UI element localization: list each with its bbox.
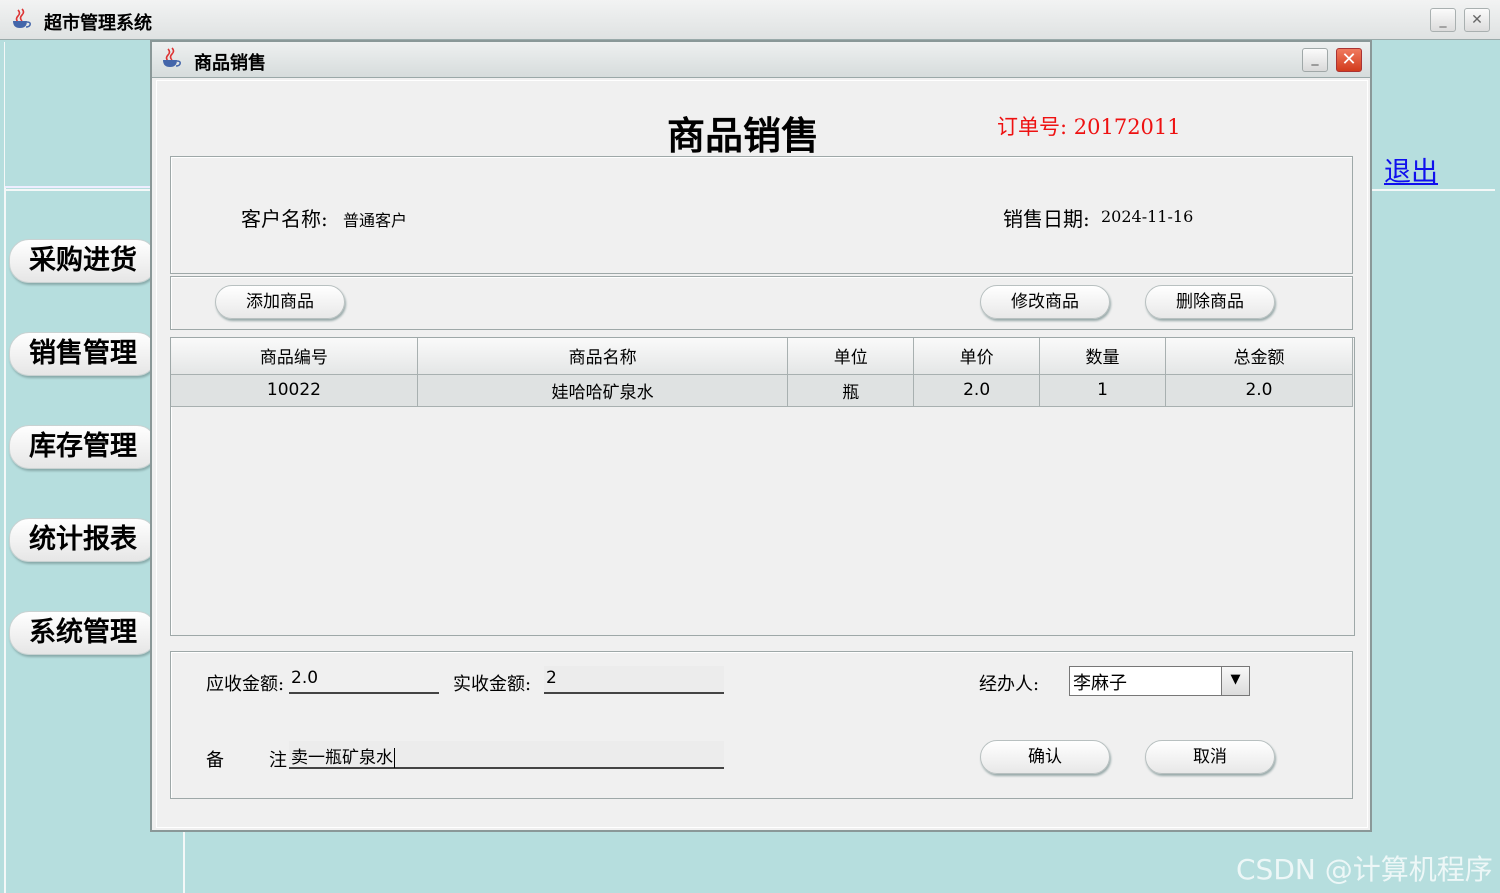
frame-minimize-icon[interactable]: _ bbox=[1302, 48, 1328, 72]
handler-selected-value: 李麻子 bbox=[1073, 673, 1127, 694]
customer-value: 普通客户 bbox=[343, 211, 408, 230]
table-row[interactable]: 10022 娃哈哈矿泉水 瓶 2.0 1 2.0 bbox=[171, 374, 1354, 407]
column-header[interactable]: 数量 bbox=[1039, 338, 1166, 375]
chevron-down-icon[interactable]: ▼ bbox=[1221, 667, 1249, 695]
text-cursor bbox=[394, 748, 395, 768]
handler-select[interactable]: 李麻子 ▼ bbox=[1069, 666, 1250, 696]
cancel-button[interactable]: 取消 bbox=[1145, 740, 1275, 774]
customer-label: 客户名称: bbox=[241, 207, 328, 231]
handler-label: 经办人: bbox=[979, 674, 1040, 695]
payment-panel: 应收金额: 2.0 实收金额: 2 经办人: 李麻子 ▼ 备 注 卖一瓶矿泉水 … bbox=[170, 651, 1353, 799]
sidebar-item-system[interactable]: 系统管理 bbox=[9, 611, 157, 655]
exit-link[interactable]: 退出 bbox=[1384, 150, 1438, 189]
column-header[interactable]: 商品名称 bbox=[417, 338, 789, 375]
frame-content: 商品销售 订单号: 20172011 客户名称: 普通客户 销售日期: 2024… bbox=[156, 80, 1368, 828]
table-header-row: 商品编号 商品名称 单位 单价 数量 总金额 bbox=[171, 338, 1354, 375]
remark-label: 注 bbox=[269, 750, 287, 771]
column-header[interactable]: 商品编号 bbox=[171, 338, 418, 375]
remark-label: 备 bbox=[206, 750, 224, 771]
product-table-panel: 商品编号 商品名称 单位 单价 数量 总金额 10022 娃哈哈矿泉水 瓶 2.… bbox=[170, 337, 1355, 636]
main-window-title: 超市管理系统 bbox=[44, 13, 152, 34]
column-header[interactable]: 单位 bbox=[787, 338, 915, 375]
table-cell[interactable]: 2.0 bbox=[1165, 374, 1354, 407]
table-cell[interactable]: 2.0 bbox=[913, 374, 1041, 407]
confirm-button[interactable]: 确认 bbox=[980, 740, 1110, 774]
sidebar-item-inventory[interactable]: 库存管理 bbox=[9, 425, 157, 469]
sales-internal-frame: 商品销售 _ ✕ 商品销售 订单号: 20172011 客户名称: 普通客户 销… bbox=[150, 40, 1372, 832]
sale-info-panel: 客户名称: 普通客户 销售日期: 2024-11-16 bbox=[170, 156, 1353, 274]
column-header[interactable]: 总金额 bbox=[1165, 338, 1354, 375]
column-header[interactable]: 单价 bbox=[913, 338, 1041, 375]
remark-field[interactable]: 卖一瓶矿泉水 bbox=[289, 741, 724, 769]
frame-title: 商品销售 bbox=[194, 53, 266, 74]
table-cell[interactable]: 1 bbox=[1039, 374, 1166, 407]
sale-date-value: 2024-11-16 bbox=[1101, 207, 1194, 226]
java-cup-icon bbox=[13, 8, 31, 28]
table-cell[interactable]: 10022 bbox=[171, 374, 418, 407]
receivable-field[interactable]: 2.0 bbox=[289, 666, 439, 694]
order-number: 订单号: 20172011 bbox=[997, 115, 1181, 139]
delete-product-button[interactable]: 删除商品 bbox=[1145, 285, 1275, 319]
sidebar-item-sales[interactable]: 销售管理 bbox=[9, 332, 157, 376]
sidebar-item-reports[interactable]: 统计报表 bbox=[9, 518, 157, 562]
table-cell[interactable]: 娃哈哈矿泉水 bbox=[417, 374, 789, 407]
page-title: 商品销售 bbox=[667, 114, 820, 158]
top-left-panel bbox=[5, 42, 155, 188]
close-window-icon[interactable]: ✕ bbox=[1464, 8, 1490, 32]
remark-value: 卖一瓶矿泉水 bbox=[291, 748, 393, 768]
add-product-button[interactable]: 添加商品 bbox=[215, 285, 345, 319]
toolbar-panel: 添加商品 修改商品 删除商品 bbox=[170, 276, 1353, 330]
table-cell[interactable]: 瓶 bbox=[787, 374, 915, 407]
sale-date-label: 销售日期: bbox=[1003, 207, 1090, 231]
product-table: 商品编号 商品名称 单位 单价 数量 总金额 10022 娃哈哈矿泉水 瓶 2.… bbox=[171, 338, 1354, 407]
divider bbox=[183, 830, 185, 893]
main-window-titlebar: 超市管理系统 _ ✕ bbox=[0, 0, 1500, 40]
receivable-label: 应收金额: bbox=[206, 674, 285, 695]
frame-titlebar: 商品销售 _ ✕ bbox=[152, 42, 1370, 78]
frame-close-icon[interactable]: ✕ bbox=[1336, 48, 1362, 72]
received-label: 实收金额: bbox=[453, 674, 532, 695]
java-cup-icon bbox=[163, 47, 181, 67]
sidebar-item-purchase[interactable]: 采购进货 bbox=[9, 239, 157, 283]
received-field[interactable]: 2 bbox=[544, 666, 724, 694]
edit-product-button[interactable]: 修改商品 bbox=[980, 285, 1110, 319]
minimize-window-icon[interactable]: _ bbox=[1430, 8, 1456, 32]
watermark: CSDN @计算机程序 bbox=[1236, 853, 1493, 886]
